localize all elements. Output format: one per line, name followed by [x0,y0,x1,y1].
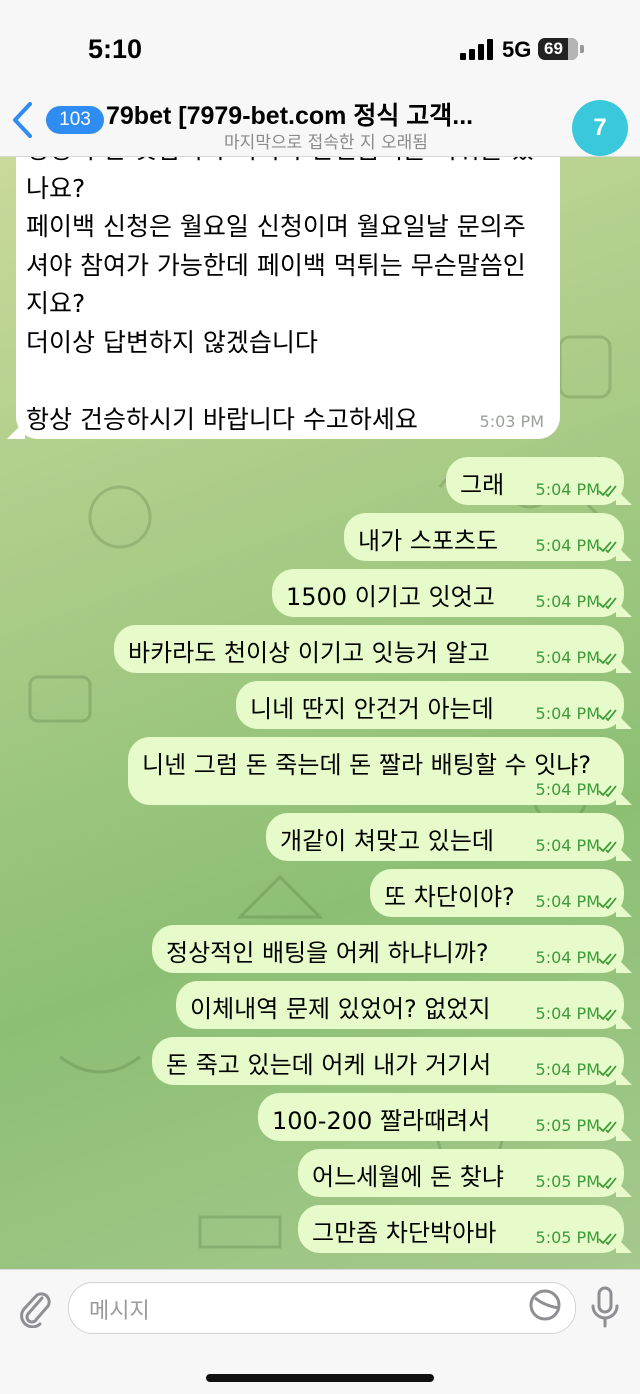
incoming-message-text: 성정리 안 것입니나 서희가 완선금액을 먹뒤들 했 나요? 페이백 신청은 월… [26,157,534,434]
message-text: 정상적인 배팅을 어케 하냐니까? [166,939,489,967]
message-time: 5:05 PM [535,1228,600,1247]
outgoing-message-bubble[interactable]: 1500 이기고 잇엇고 5:04 PM [272,569,632,617]
message-time: 5:04 PM [535,780,600,799]
back-button[interactable]: 103 [10,98,104,142]
chat-last-seen: 마지막으로 접속한 지 오래됨 [224,133,428,153]
unread-count-badge: 103 [46,106,104,134]
attach-paperclip-icon[interactable] [16,1288,54,1328]
outgoing-message-bubble[interactable]: 돈 죽고 있는데 어케 내가 거기서 5:04 PM [152,1037,632,1085]
outgoing-message-bubble[interactable]: 정상적인 배팅을 어케 하냐니까? 5:04 PM [152,925,632,973]
outgoing-message-bubble[interactable]: 내가 스포츠도 5:04 PM [344,513,632,561]
message-time: 5:04 PM [535,948,600,967]
read-checkmarks-icon [598,597,617,609]
message-time: 5:04 PM [535,704,600,723]
composer-bar: 메시지 [0,1269,640,1394]
outgoing-message-bubble[interactable]: 니네 딴지 안건거 아는데 5:04 PM [236,681,632,729]
message-text: 또 차단이야? [384,883,515,911]
home-indicator [206,1374,434,1382]
read-checkmarks-icon [598,785,617,797]
message-list[interactable]: 성정리 안 것입니나 서희가 완선금액을 먹뒤들 했 나요? 페이백 신청은 월… [0,157,640,1269]
message-text: 내가 스포츠도 [358,527,499,555]
message-time: 5:05 PM [535,1116,600,1135]
incoming-message-bubble[interactable]: 성정리 안 것입니나 서희가 완선금액을 먹뒤들 했 나요? 페이백 신청은 월… [7,157,560,439]
status-bar: 5:10 5G 69 [0,0,640,92]
chat-header: 103 79bet [7979-bet.com 정식 고객... 마지막으로 접… [0,92,640,157]
read-checkmarks-icon [598,1177,617,1189]
read-checkmarks-icon [598,485,617,497]
message-text: 그래 [460,471,505,499]
read-checkmarks-icon [598,1065,617,1077]
outgoing-message-bubble[interactable]: 이체내역 문제 있었어? 없었지 5:04 PM [176,981,632,1029]
signal-icon [460,38,494,60]
battery-icon: 69 [538,38,578,60]
outgoing-message-bubble[interactable]: 그래 5:04 PM [446,457,632,505]
message-text: 어느세월에 돈 찾냐 [312,1163,504,1191]
message-input[interactable]: 메시지 [68,1282,576,1334]
message-time: 5:04 PM [535,836,600,855]
message-time: 5:04 PM [535,648,600,667]
message-time: 5:04 PM [535,1060,600,1079]
read-checkmarks-icon [598,841,617,853]
network-type: 5G [502,37,532,62]
sticker-icon[interactable] [528,1288,562,1322]
message-time: 5:04 PM [535,1004,600,1023]
message-time: 5:05 PM [535,1172,600,1191]
outgoing-message-bubble[interactable]: 개같이 쳐맞고 있는데 5:04 PM [266,813,632,861]
back-chevron-icon [13,102,32,138]
message-text: 니넨 그럼 돈 죽는데 돈 짤라 배팅할 수 잇냐? [142,751,592,779]
message-text: 100-200 짤라때려서 [272,1107,491,1135]
message-input-placeholder: 메시지 [89,1299,150,1324]
message-text: 그만좀 차단박아바 [312,1219,497,1247]
read-checkmarks-icon [598,953,617,965]
outgoing-message-bubble[interactable]: 100-200 짤라때려서 5:05 PM [258,1093,632,1141]
message-text: 바카라도 천이상 이기고 잇능거 알고 [128,639,490,667]
message-text: 니네 딴지 안건거 아는데 [250,695,494,723]
message-time: 5:04 PM [535,592,600,611]
read-checkmarks-icon [598,541,617,553]
read-checkmarks-icon [598,1121,617,1133]
read-checkmarks-icon [598,1009,617,1021]
message-text: 이체내역 문제 있었어? 없었지 [190,995,491,1023]
read-checkmarks-icon [598,1233,617,1245]
message-time: 5:04 PM [535,536,600,555]
message-time: 5:04 PM [535,480,600,499]
message-text: 개같이 쳐맞고 있는데 [280,827,494,855]
battery-tip [580,45,584,53]
outgoing-message-bubble[interactable]: 그만좀 차단박아바 5:05 PM [298,1205,632,1253]
message-text: 1500 이기고 잇엇고 [286,583,495,611]
message-text: 돈 죽고 있는데 어케 내가 거기서 [166,1051,492,1079]
battery-level: 69 [544,39,563,58]
outgoing-message-bubble[interactable]: 어느세월에 돈 찾냐 5:05 PM [298,1149,632,1197]
read-checkmarks-icon [598,709,617,721]
avatar[interactable]: 7 [572,100,628,156]
outgoing-message-bubble[interactable]: 니넨 그럼 돈 죽는데 돈 짤라 배팅할 수 잇냐? 5:04 PM [128,737,632,805]
read-checkmarks-icon [598,897,617,909]
chat-title[interactable]: 79bet [7979-bet.com 정식 고객... [106,96,546,132]
status-time: 5:10 [88,34,143,64]
outgoing-message-bubble[interactable]: 바카라도 천이상 이기고 잇능거 알고 5:04 PM [114,625,632,673]
outgoing-message-bubble[interactable]: 또 차단이야? 5:04 PM [370,869,632,917]
message-time: 5:04 PM [535,892,600,911]
microphone-icon[interactable] [590,1286,620,1328]
incoming-message-time: 5:03 PM [479,412,544,431]
read-checkmarks-icon [598,653,617,665]
